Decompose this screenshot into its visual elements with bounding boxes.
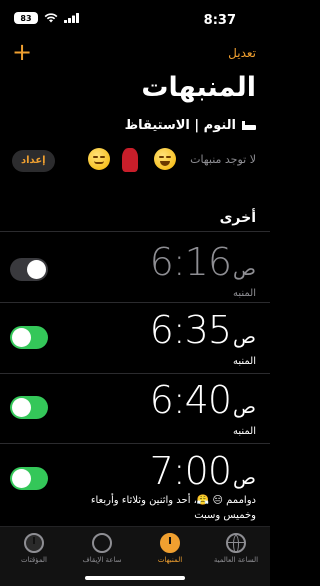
alarm-time: 6:40 ص [149, 378, 257, 422]
home-indicator [85, 576, 185, 580]
alarm-toggle[interactable] [10, 396, 48, 419]
status-time: 8:37 [203, 13, 236, 28]
tab-world-clock[interactable]: الساعة العالمية [202, 533, 270, 564]
alarm-time-value: 7:00 [149, 449, 232, 493]
page-title: المنبهات [141, 72, 256, 103]
tab-label: المؤقتات [21, 556, 47, 564]
alarm-label: المنبه [232, 426, 256, 437]
sleep-row: لا توجد منبهات إعداد [0, 140, 270, 184]
face-with-tears-of-joy-icon [154, 148, 176, 170]
alarm-toggle[interactable] [10, 467, 48, 490]
sleep-header-label: النوم | الاستيقاظ [124, 118, 236, 133]
alarm-ampm: ص [233, 258, 257, 280]
tab-stopwatch[interactable]: ساعة الإيقاف [68, 533, 136, 564]
alarm-time: 6:35 ص [149, 308, 257, 352]
alarm-label: دواممم 😑 😤، أحد واثنين وثلاثاء وأربعاء و… [90, 495, 256, 521]
setup-button[interactable]: إعداد [12, 150, 55, 172]
alarm-label: المنبه [232, 356, 256, 367]
alarm-time-value: 6:40 [149, 378, 232, 422]
alarm-time: 6:16 ص [149, 240, 257, 284]
status-icons: 83 [14, 12, 79, 24]
timer-icon [24, 533, 44, 553]
tab-label: المنبهات [157, 556, 183, 564]
tab-alarms[interactable]: المنبهات [136, 533, 204, 564]
tab-label: الساعة العالمية [213, 556, 259, 564]
plus-icon[interactable]: + [12, 40, 32, 64]
toggle-knob [12, 328, 31, 347]
woman-dancing-icon [122, 148, 138, 172]
alarm-ampm: ص [233, 396, 257, 418]
other-section-title: أخرى [219, 210, 256, 226]
toggle-knob [12, 398, 31, 417]
stopwatch-icon [92, 533, 112, 553]
sleep-wake-header: النوم | الاستيقاظ [125, 118, 256, 133]
alarm-clock-icon [160, 533, 180, 553]
alarm-label: المنبه [232, 288, 256, 299]
tab-timers[interactable]: المؤقتات [0, 533, 68, 564]
toggle-knob [12, 469, 31, 488]
alarm-row[interactable]: 7:00 ص دواممم 😑 😤، أحد واثنين وثلاثاء وأر… [0, 449, 270, 525]
wifi-icon [44, 13, 58, 23]
divider [0, 302, 270, 303]
tab-label: ساعة الإيقاف [82, 556, 122, 564]
bed-icon [242, 121, 256, 130]
alarm-ampm: ص [233, 467, 257, 489]
status-bar: 83 8:37 [0, 0, 270, 38]
battery-level: 83 [14, 12, 38, 24]
no-alarms-text: لا توجد منبهات [190, 153, 256, 166]
divider [0, 231, 270, 232]
alarm-row[interactable]: 6:16 ص المنبه [0, 240, 270, 310]
battery-icon: 83 [14, 12, 38, 24]
globe-icon [226, 533, 246, 553]
toggle-knob [27, 260, 46, 279]
alarm-ampm: ص [233, 326, 257, 348]
divider [0, 443, 270, 444]
relieved-face-icon [88, 148, 110, 170]
alarm-time: 7:00 ص [149, 449, 257, 493]
alarm-time-value: 6:35 [149, 308, 232, 352]
alarm-toggle[interactable] [10, 326, 48, 349]
alarm-row[interactable]: 6:35 ص المنبه [0, 308, 270, 378]
divider [0, 373, 270, 374]
alarm-row[interactable]: 6:40 ص المنبه [0, 378, 270, 448]
edit-button[interactable]: تعديل [228, 46, 256, 60]
nav-bar: + تعديل [0, 40, 270, 68]
alarm-time-value: 6:16 [149, 240, 232, 284]
signal-icon [64, 13, 79, 23]
alarm-toggle[interactable] [10, 258, 48, 281]
